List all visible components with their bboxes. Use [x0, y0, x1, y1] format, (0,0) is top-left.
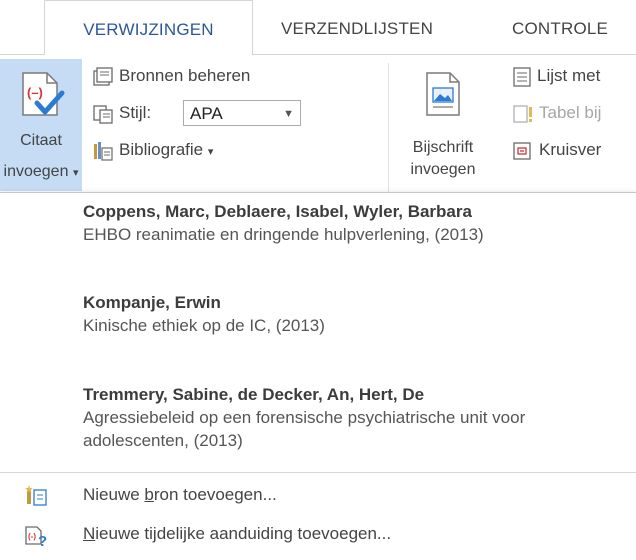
tab-verwijzingen[interactable]: VERWIJZINGEN — [44, 0, 253, 55]
manage-sources-label: Bronnen beheren — [119, 66, 251, 85]
bibliography-button[interactable]: Bibliografie ▾ — [92, 136, 213, 164]
insert-citation-label-1: Citaat — [20, 132, 62, 149]
ribbon-tab-bar: VERWIJZINGEN VERZENDLIJSTEN CONTROLE — [0, 0, 636, 55]
cross-reference-icon — [513, 141, 531, 160]
source-detail: EHBO reanimatie en dringende hulpverleni… — [83, 225, 484, 244]
add-new-source-label: Nieuwe bron toevoegen... — [83, 485, 277, 504]
insert-citation-label-2: invoegen — [3, 163, 69, 180]
update-table-label: Tabel bij — [539, 103, 602, 122]
table-of-figures-icon — [513, 66, 531, 87]
tab-verzendlijsten[interactable]: VERZENDLIJSTEN — [281, 0, 433, 55]
update-table-button[interactable]: Tabel bij — [512, 99, 601, 127]
list-item-source-1[interactable]: Coppens, Marc, Deblaere, Isabel, Wyler, … — [83, 200, 628, 246]
cross-reference-label: Kruisver — [539, 140, 602, 159]
insert-citation-icon: (–) — [22, 72, 65, 116]
style-select[interactable]: APA ▼ — [183, 100, 301, 126]
source-detail: Kinische ethiek op de IC, (2013) — [83, 316, 325, 335]
source-authors: Kompanje, Erwin — [83, 293, 221, 312]
style-row: Stijl: — [92, 99, 151, 127]
add-placeholder-icon: (-) ? — [25, 526, 47, 548]
bibliography-label: Bibliografie — [119, 140, 204, 159]
group-separator — [388, 63, 389, 193]
list-item-source-3[interactable]: Tremmery, Sabine, de Decker, An, Hert, D… — [83, 383, 628, 452]
table-of-figures-label: Lijst met — [537, 66, 601, 85]
source-detail: Agressiebeleid op een forensische psychi… — [83, 408, 526, 450]
insert-caption-icon — [426, 72, 460, 116]
chevron-down-icon: ▼ — [283, 108, 294, 120]
tab-controle[interactable]: CONTROLE — [512, 0, 608, 55]
svg-text:(-): (-) — [28, 532, 36, 541]
style-icon — [93, 104, 113, 124]
svg-text:(–): (–) — [27, 85, 43, 100]
svg-text:?: ? — [38, 533, 47, 548]
menu-divider — [0, 472, 636, 473]
insert-caption-label-1: Bijschrift — [412, 139, 474, 156]
list-item-source-2[interactable]: Kompanje, Erwin Kinische ethiek op de IC… — [83, 291, 628, 337]
bibliography-icon — [94, 141, 113, 161]
insert-citation-dropdown-menu: Coppens, Marc, Deblaere, Isabel, Wyler, … — [0, 192, 636, 560]
source-authors: Coppens, Marc, Deblaere, Isabel, Wyler, … — [83, 202, 472, 221]
manage-sources-icon — [93, 66, 113, 86]
style-label: Stijl: — [119, 103, 152, 122]
add-new-source-menu-item[interactable]: Nieuwe bron toevoegen... — [0, 478, 636, 512]
style-value: APA — [190, 104, 223, 123]
source-authors: Tremmery, Sabine, de Decker, An, Hert, D… — [83, 385, 425, 404]
add-placeholder-menu-item[interactable]: (-) ? Nieuwe tijdelijke aanduiding toevo… — [0, 517, 636, 551]
insert-table-of-figures-button[interactable]: Lijst met — [512, 62, 600, 90]
insert-caption-button[interactable]: Bijschrift invoegen — [402, 65, 484, 193]
cross-reference-button[interactable]: Kruisver — [512, 136, 601, 164]
chevron-down-icon: ▾ — [207, 146, 214, 158]
chevron-down-icon: ▾ — [72, 167, 79, 179]
add-source-icon — [25, 485, 47, 506]
insert-caption-label-2: invoegen — [410, 161, 476, 178]
add-placeholder-label: Nieuwe tijdelijke aanduiding toevoegen..… — [83, 524, 392, 543]
manage-sources-button[interactable]: Bronnen beheren — [92, 62, 250, 90]
update-table-icon — [513, 104, 532, 123]
insert-citation-dropdown[interactable]: invoegen ▾ — [0, 157, 82, 191]
